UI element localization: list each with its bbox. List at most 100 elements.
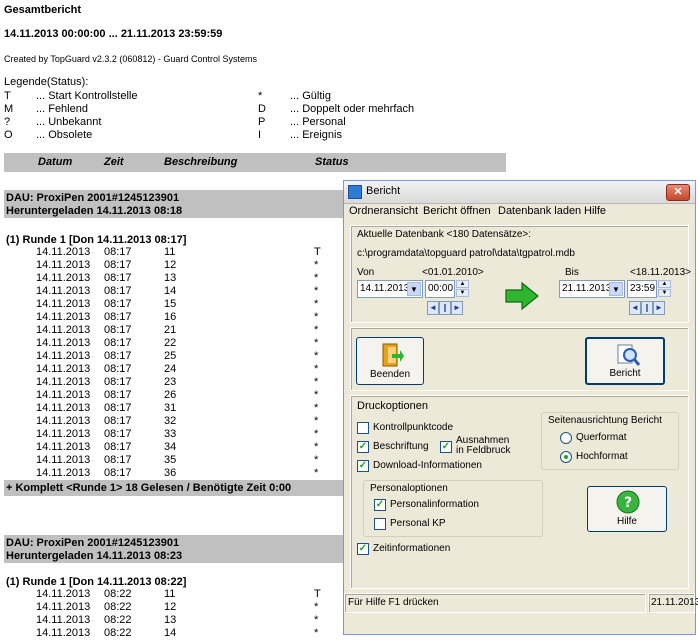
row-time: 08:17 bbox=[104, 337, 132, 349]
row-time: 08:22 bbox=[104, 601, 132, 613]
report-created: Created by TopGuard v2.3.2 (060812) - Gu… bbox=[4, 54, 257, 64]
row-time: 08:17 bbox=[104, 376, 132, 388]
bis-time-spinner[interactable]: ▲ ▼ bbox=[658, 280, 671, 298]
row-description: 11 bbox=[164, 588, 176, 600]
row-date: 14.11.2013 bbox=[36, 246, 91, 258]
date-range-panel: Aktuelle Datenbank <180 Datensätze>: c:\… bbox=[350, 225, 691, 323]
kontrollpunktcode-checkbox[interactable] bbox=[357, 422, 369, 434]
row-description: 23 bbox=[164, 376, 177, 388]
row-status: * bbox=[314, 441, 319, 453]
prev-icon[interactable]: ◄ bbox=[427, 301, 439, 315]
app-icon bbox=[348, 185, 362, 199]
legend-heading: Legende(Status): bbox=[4, 76, 89, 88]
row-status: * bbox=[314, 402, 319, 414]
kontrollpunktcode-label: Kontrollpunktcode bbox=[373, 422, 454, 433]
download-info-checkbox[interactable]: ✓ bbox=[357, 460, 369, 472]
row-description: 33 bbox=[164, 428, 177, 440]
menu-datenbank-laden[interactable]: Datenbank laden bbox=[498, 205, 581, 217]
legend-right: *... Gültig D... Doppelt oder mehrfach P… bbox=[258, 90, 414, 142]
row-time: 08:17 bbox=[104, 467, 132, 479]
beschriftung-label: Beschriftung bbox=[373, 441, 429, 452]
dialog-title: Bericht bbox=[366, 185, 401, 197]
personal-kp-checkbox[interactable] bbox=[374, 518, 386, 530]
row-status: * bbox=[314, 389, 319, 401]
chevron-down-icon[interactable]: ▼ bbox=[407, 282, 421, 296]
von-min-date: <01.01.2010> bbox=[422, 267, 484, 278]
svg-text:?: ? bbox=[624, 495, 632, 511]
legend-item: O... Obsolete bbox=[4, 129, 93, 141]
row-status: * bbox=[314, 311, 319, 323]
row-status: * bbox=[314, 298, 319, 310]
bis-time-field[interactable]: 23:59 bbox=[627, 280, 657, 298]
hochformat-radio[interactable] bbox=[560, 451, 572, 463]
download-label: Heruntergeladen 14.11.2013 08:18 bbox=[6, 205, 183, 217]
von-time-field[interactable]: 00:00 bbox=[425, 280, 455, 298]
row-date: 14.11.2013 bbox=[36, 350, 91, 362]
menu-hilfe[interactable]: Hilfe bbox=[584, 205, 606, 217]
row-date: 14.11.2013 bbox=[36, 324, 91, 336]
column-header-beschreibung: Beschreibung bbox=[164, 156, 238, 168]
von-date-field[interactable]: 14.11.2013 ▼ bbox=[357, 280, 423, 298]
row-description: 22 bbox=[164, 337, 177, 349]
next-icon[interactable]: ► bbox=[451, 301, 463, 315]
download-label: Heruntergeladen 14.11.2013 08:23 bbox=[6, 550, 183, 562]
dau-header: DAU: ProxiPen 2001#1245123901 Herunterge… bbox=[4, 190, 343, 218]
today-icon[interactable]: ❙ bbox=[439, 301, 451, 315]
bis-date-field[interactable]: 21.11.2013 ▼ bbox=[559, 280, 625, 298]
bericht-button[interactable]: Bericht bbox=[585, 337, 665, 385]
row-status: T bbox=[314, 588, 321, 600]
querformat-label: Querformat bbox=[576, 432, 627, 443]
ausnahmen-checkbox[interactable]: ✓ bbox=[440, 441, 452, 453]
querformat-radio[interactable] bbox=[560, 432, 572, 444]
row-description: 12 bbox=[164, 259, 177, 271]
personaloptionen-label: Personaloptionen bbox=[370, 483, 448, 494]
zeitinformationen-label: Zeitinformationen bbox=[373, 543, 451, 554]
prev-icon[interactable]: ◄ bbox=[629, 301, 641, 315]
menu-bericht-oeffnen[interactable]: Bericht öffnen bbox=[423, 205, 491, 217]
dialog-titlebar[interactable]: Bericht ✕ bbox=[344, 181, 695, 204]
bis-label: Bis bbox=[565, 267, 579, 278]
row-description: 16 bbox=[164, 311, 177, 323]
row-status: * bbox=[314, 454, 319, 466]
row-description: 14 bbox=[164, 285, 177, 297]
close-button[interactable]: ✕ bbox=[666, 184, 690, 201]
today-icon[interactable]: ❙ bbox=[641, 301, 653, 315]
row-description: 13 bbox=[164, 614, 177, 626]
row-description: 24 bbox=[164, 363, 177, 375]
legend-item: P... Personal bbox=[258, 116, 346, 128]
zeitinformationen-checkbox[interactable]: ✓ bbox=[357, 543, 369, 555]
row-time: 08:17 bbox=[104, 285, 132, 297]
beenden-button[interactable]: Beenden bbox=[356, 337, 424, 385]
row-date: 14.11.2013 bbox=[36, 376, 91, 388]
help-icon: ? bbox=[616, 490, 640, 514]
row-description: 35 bbox=[164, 454, 177, 466]
row-time: 08:17 bbox=[104, 454, 132, 466]
row-date: 14.11.2013 bbox=[36, 311, 91, 323]
row-date: 14.11.2013 bbox=[36, 259, 91, 271]
von-time-spinner[interactable]: ▲ ▼ bbox=[456, 280, 469, 298]
legend-item: ?... Unbekannt bbox=[4, 116, 102, 128]
row-status: * bbox=[314, 324, 319, 336]
row-date: 14.11.2013 bbox=[36, 627, 91, 639]
action-panel: Beenden Bericht bbox=[350, 327, 689, 391]
row-time: 08:17 bbox=[104, 389, 132, 401]
personalinformation-checkbox[interactable]: ✓ bbox=[374, 499, 386, 511]
row-description: 26 bbox=[164, 389, 177, 401]
menu-ordneransicht[interactable]: Ordneransicht bbox=[349, 205, 418, 217]
legend-item: D... Doppelt oder mehrfach bbox=[258, 103, 415, 115]
bis-max-date: <18.11.2013> bbox=[630, 267, 691, 278]
row-date: 14.11.2013 bbox=[36, 337, 91, 349]
menu-bar: Ordneransicht Bericht öffnen Datenbank l… bbox=[344, 203, 695, 221]
row-status: * bbox=[314, 350, 319, 362]
row-date: 14.11.2013 bbox=[36, 285, 91, 297]
row-description: 12 bbox=[164, 601, 177, 613]
row-date: 14.11.2013 bbox=[36, 601, 91, 613]
chevron-down-icon[interactable]: ▼ bbox=[609, 282, 623, 296]
row-description: 11 bbox=[164, 246, 176, 258]
next-icon[interactable]: ► bbox=[653, 301, 665, 315]
hilfe-button[interactable]: ? Hilfe bbox=[587, 486, 667, 532]
arrow-right-icon[interactable] bbox=[504, 281, 540, 311]
personal-options-group: Personaloptionen ✓ Personalinformation P… bbox=[363, 480, 543, 537]
row-time: 08:22 bbox=[104, 627, 132, 639]
beschriftung-checkbox[interactable]: ✓ bbox=[357, 441, 369, 453]
